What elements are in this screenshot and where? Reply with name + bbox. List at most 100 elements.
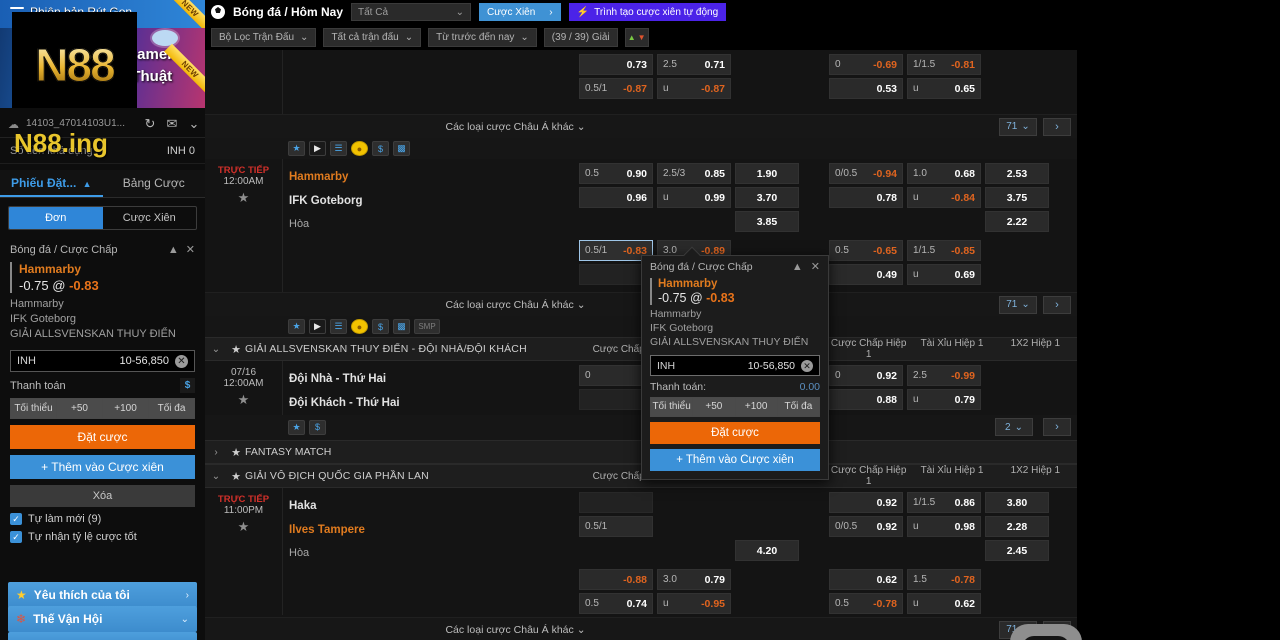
- odds-cell[interactable]: u 0.65: [907, 78, 981, 99]
- list-icon[interactable]: ☰: [330, 319, 347, 334]
- star-icon[interactable]: ★: [227, 446, 245, 459]
- chevron-up-icon[interactable]: ▲: [792, 261, 803, 273]
- accept-better-odds-checkbox[interactable]: ✓ Tự nhận tỷ lệ cược tốt: [10, 531, 195, 543]
- close-icon[interactable]: ✕: [811, 260, 820, 273]
- clear-slip-button[interactable]: Xóa: [10, 485, 195, 507]
- odds-cell[interactable]: [579, 492, 653, 513]
- star-icon[interactable]: ★: [205, 519, 282, 535]
- star-icon[interactable]: ★: [205, 190, 282, 206]
- all-matches-dropdown[interactable]: Tất cả trận đấu ⌄: [323, 27, 422, 47]
- clear-icon[interactable]: ✕: [801, 359, 813, 372]
- stake-input[interactable]: INH 10-56,850 ✕: [10, 350, 195, 372]
- team-away[interactable]: Đội Khách - Thứ Hai: [289, 391, 577, 415]
- time-range-dropdown[interactable]: Từ trước đến nay ⌄: [428, 27, 537, 47]
- odds-cell[interactable]: 2.5 -0.99: [907, 365, 981, 386]
- close-icon[interactable]: ✕: [186, 243, 195, 256]
- team-home[interactable]: Haka: [289, 494, 577, 518]
- play-icon[interactable]: ▶: [309, 141, 326, 156]
- odds-cell[interactable]: 2.5 0.71: [657, 54, 731, 75]
- sidebar-item-next[interactable]: [8, 632, 197, 640]
- odds-cell[interactable]: 0 0.92: [829, 365, 903, 386]
- odds-cell[interactable]: 0.5 0.74: [579, 593, 653, 614]
- odds-cell[interactable]: 0.53: [829, 78, 903, 99]
- odds-cell[interactable]: u 0.69: [907, 264, 981, 285]
- dollar-icon[interactable]: $: [372, 141, 389, 156]
- odds-cell[interactable]: 0.5 -0.65: [829, 240, 903, 261]
- chevron-up-icon[interactable]: ▲: [168, 244, 179, 256]
- odds-cell[interactable]: 0.5/1 -0.87: [579, 78, 653, 99]
- quick-min-button[interactable]: Tối thiểu: [11, 399, 57, 418]
- star-icon[interactable]: ★: [288, 419, 305, 435]
- odds-cell[interactable]: 0 -0.69: [829, 54, 903, 75]
- chevron-right-icon[interactable]: ›: [205, 447, 227, 458]
- odds-cell[interactable]: 0.62: [829, 569, 903, 590]
- odds-cell[interactable]: 0/0.5 0.92: [829, 516, 903, 537]
- list-icon[interactable]: ☰: [330, 141, 347, 156]
- quick-plus100-button[interactable]: +100: [103, 399, 149, 418]
- star-icon[interactable]: ★: [227, 470, 245, 483]
- sidebar-item-olympics[interactable]: ❄ Thế Vận Hội ⌄: [8, 606, 197, 632]
- place-bet-button[interactable]: Đặt cược: [10, 425, 195, 449]
- more-asian-markets-link[interactable]: Các loại cược Châu Á khác ⌄: [282, 121, 749, 133]
- stats-icon[interactable]: ▩: [393, 141, 410, 156]
- odds-cell[interactable]: 2.28: [985, 516, 1049, 537]
- popup-quick-max-button[interactable]: Tối đa: [777, 398, 819, 416]
- odds-cell[interactable]: 2.45: [985, 540, 1049, 561]
- segment-don[interactable]: Đơn: [9, 207, 103, 229]
- odds-cell[interactable]: 1.0 0.68: [907, 163, 981, 184]
- next-page-button[interactable]: ›: [1043, 117, 1071, 136]
- odds-cell[interactable]: 2.53: [985, 163, 1049, 184]
- next-page-button[interactable]: ›: [1043, 295, 1071, 314]
- odds-cell[interactable]: u -0.84: [907, 187, 981, 208]
- odds-cell[interactable]: 1/1.5 0.86: [907, 492, 981, 513]
- odds-cell[interactable]: 1.90: [735, 163, 799, 184]
- segment-cuoc-xien[interactable]: Cược Xiên: [103, 207, 197, 229]
- team-home[interactable]: Đội Nhà - Thứ Hai: [289, 367, 577, 391]
- quick-plus50-button[interactable]: +50: [57, 399, 103, 418]
- league-select[interactable]: Tất Cả ⌄: [351, 3, 472, 21]
- coin-icon[interactable]: ●: [351, 141, 368, 156]
- chevron-down-icon[interactable]: ⌄: [183, 116, 205, 132]
- popup-stake-input[interactable]: INH 10-56,850 ✕: [650, 355, 820, 376]
- auto-parlay-builder-button[interactable]: ⚡ Trình tạo cược xiên tự động: [568, 3, 727, 21]
- odds-cell[interactable]: 3.70: [735, 187, 799, 208]
- odds-cell[interactable]: u -0.95: [657, 593, 731, 614]
- odds-cell[interactable]: -0.88: [579, 569, 653, 590]
- odds-cell[interactable]: u 0.62: [907, 593, 981, 614]
- odds-cell[interactable]: u 0.99: [657, 187, 731, 208]
- tab-phieu-dat[interactable]: Phiếu Đặt... ▲: [0, 170, 103, 197]
- page-size-select[interactable]: 2 ⌄: [995, 418, 1033, 436]
- star-icon[interactable]: ★: [227, 343, 245, 356]
- odds-cell[interactable]: 3.80: [985, 492, 1049, 513]
- dollar-icon[interactable]: $: [309, 419, 326, 435]
- odds-cell[interactable]: 4.20: [735, 540, 799, 561]
- popup-place-bet-button[interactable]: Đặt cược: [650, 422, 820, 444]
- odds-cell[interactable]: u -0.87: [657, 78, 731, 99]
- popup-quick-plus50-button[interactable]: +50: [693, 398, 736, 416]
- odds-cell[interactable]: 0.73: [579, 54, 653, 75]
- coin-icon[interactable]: ●: [351, 319, 368, 334]
- odds-cell[interactable]: u 0.98: [907, 516, 981, 537]
- odds-cell[interactable]: 0.49: [829, 264, 903, 285]
- chevron-down-icon[interactable]: ⌄: [205, 471, 227, 482]
- mail-icon[interactable]: ✉: [161, 116, 183, 132]
- star-icon[interactable]: ★: [288, 141, 305, 156]
- star-icon[interactable]: ★: [205, 392, 282, 408]
- league-count-chip[interactable]: (39 / 39) Giải: [543, 27, 618, 47]
- odds-cell[interactable]: 0.92: [829, 492, 903, 513]
- dollar-icon[interactable]: $: [180, 378, 195, 393]
- star-icon[interactable]: ★: [288, 319, 305, 334]
- odds-cell[interactable]: 1.5 -0.78: [907, 569, 981, 590]
- popup-quick-min-button[interactable]: Tối thiểu: [651, 398, 694, 416]
- page-size-select[interactable]: 71 ⌄: [999, 117, 1037, 136]
- auto-refresh-checkbox[interactable]: ✓ Tự làm mới (9): [10, 513, 195, 525]
- page-size-select[interactable]: 71 ⌄: [999, 295, 1037, 314]
- odds-cell[interactable]: 2.22: [985, 211, 1049, 232]
- clear-icon[interactable]: ✕: [175, 354, 188, 368]
- odds-cell[interactable]: 0.5 0.90: [579, 163, 653, 184]
- team-away[interactable]: Ilves Tampere: [289, 518, 577, 542]
- dollar-icon[interactable]: $: [372, 319, 389, 334]
- refresh-icon[interactable]: ↻: [139, 116, 161, 132]
- chevron-down-icon[interactable]: ⌄: [205, 344, 227, 355]
- team-away[interactable]: IFK Goteborg: [289, 189, 577, 213]
